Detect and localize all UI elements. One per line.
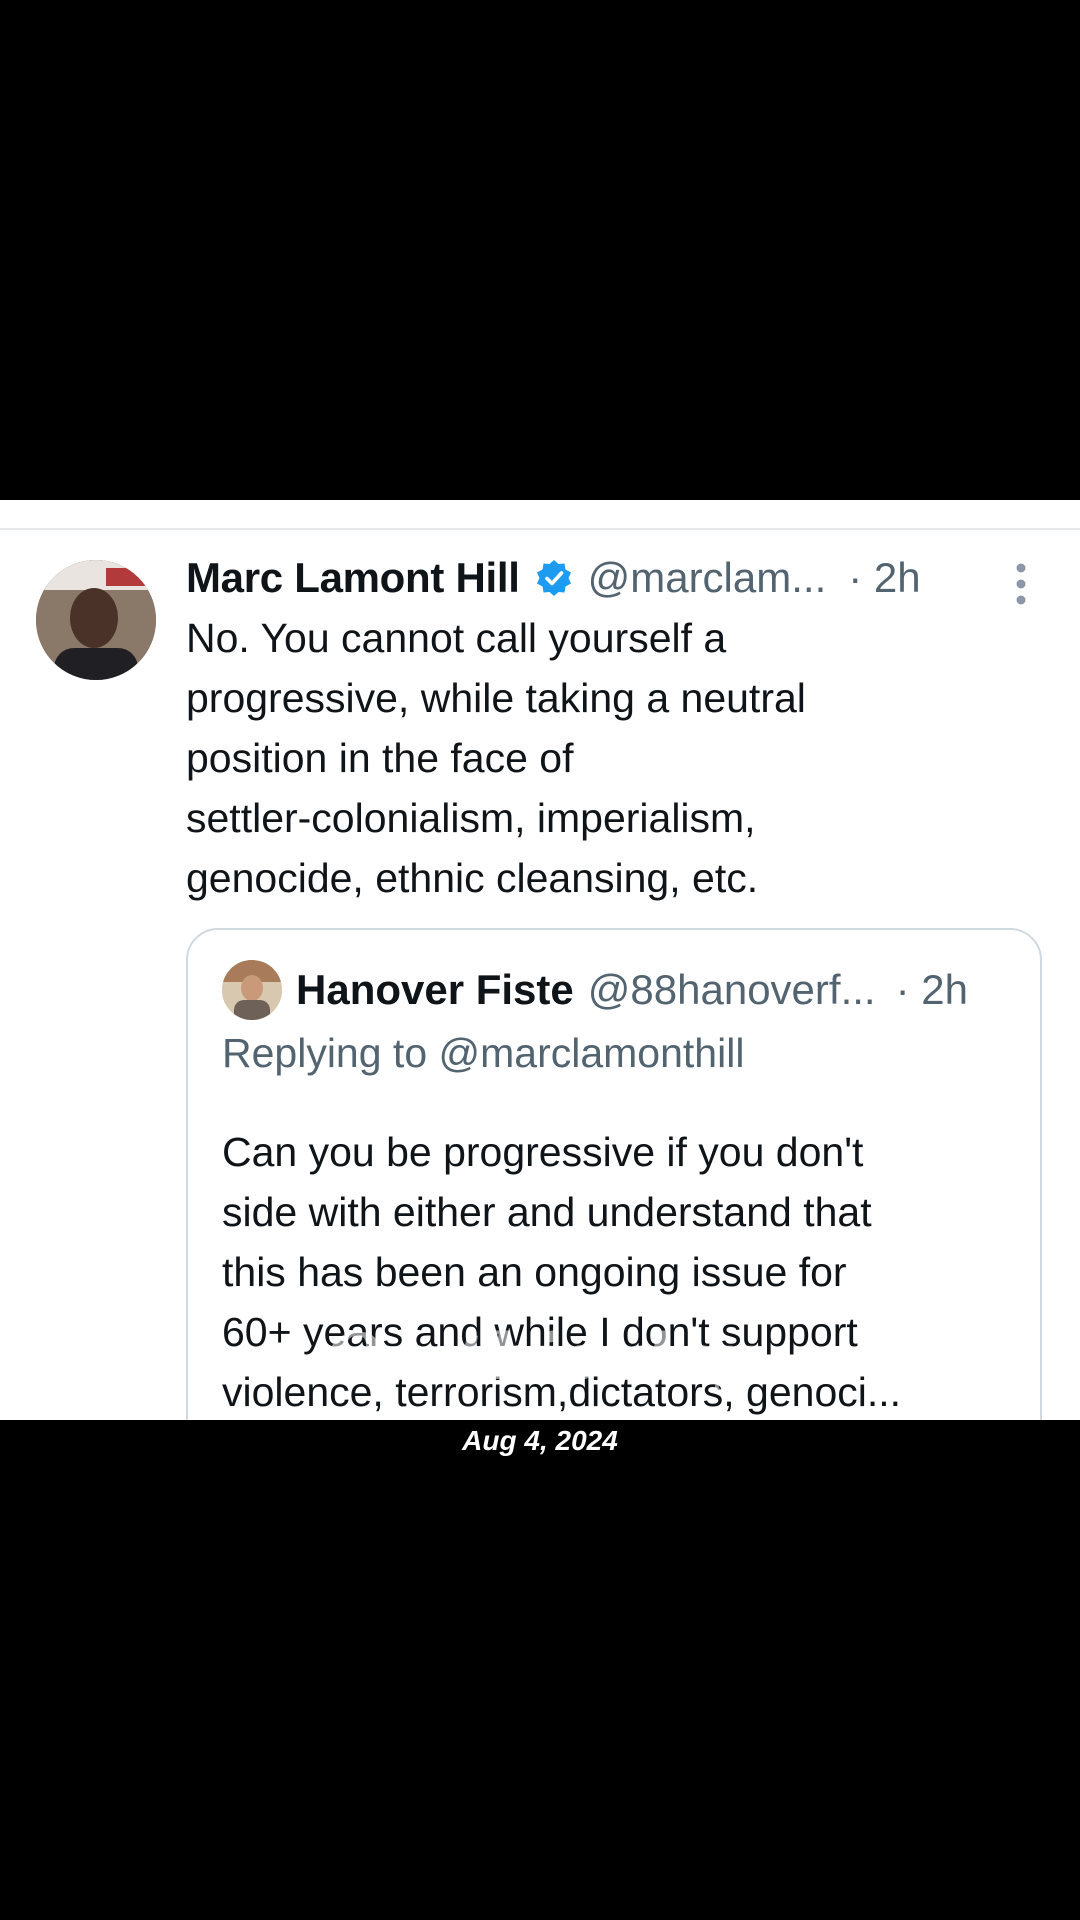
date-label: Aug 4, 2024 [462, 1425, 618, 1456]
tweet-text-line: progressive, while taking a neutral [186, 675, 806, 721]
tweet-text: No. You cannot call yourself a progressi… [186, 608, 1046, 908]
tweet-timestamp[interactable]: · 2h [848, 554, 920, 602]
tweet-header: Marc Lamont Hill @marclam... · 2h [186, 548, 1046, 608]
quoted-author-name[interactable]: Hanover Fiste [296, 966, 574, 1014]
divider [0, 528, 1080, 530]
quoted-text-line: side with either and understand that [222, 1189, 872, 1235]
tweet-text-line: genocide, ethnic cleansing, etc. [186, 855, 759, 901]
watermark: On this day [325, 1320, 755, 1395]
quoted-author-handle[interactable]: @88hanoverf... [588, 966, 876, 1014]
author-name[interactable]: Marc Lamont Hill [186, 554, 520, 602]
author-avatar[interactable] [36, 560, 156, 680]
screen: Marc Lamont Hill @marclam... · 2h No. Yo… [0, 0, 1080, 1920]
author-handle[interactable]: @marclam... [588, 554, 827, 602]
quoted-tweet-timestamp[interactable]: · 2h [896, 966, 968, 1014]
more-vertical-icon[interactable] [1006, 562, 1036, 606]
tweet-text-line: position in the face of [186, 735, 574, 781]
bottom-black-band [0, 1420, 1080, 1920]
quoted-tweet-header: Hanover Fiste @88hanoverf... · 2h [296, 958, 1036, 1022]
tweet-text-line: No. You cannot call yourself a [186, 615, 727, 661]
quoted-text-line: Can you be progressive if you don't [222, 1129, 864, 1175]
quoted-text-line: this has been an ongoing issue for [222, 1249, 847, 1295]
tweet-text-line: settler-colonialism, imperialism, [186, 795, 756, 841]
quoted-author-avatar[interactable] [222, 960, 282, 1020]
verified-badge-icon [534, 558, 574, 598]
replying-to[interactable]: Replying to @marclamonthill [222, 1030, 744, 1077]
